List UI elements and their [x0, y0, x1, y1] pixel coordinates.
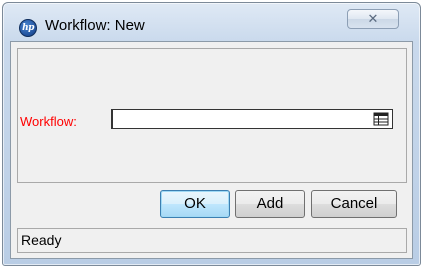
add-button[interactable]: Add: [235, 190, 305, 218]
close-button[interactable]: ✕: [347, 9, 399, 29]
close-icon: ✕: [367, 11, 379, 26]
list-lookup-icon[interactable]: [373, 111, 389, 127]
hp-logo-icon: hp: [19, 19, 37, 37]
status-bar: Ready: [17, 228, 407, 253]
dialog-body: Workflow: OK Add Cancel Ready: [10, 41, 413, 259]
dialog-window: hp Workflow: New ✕ Workflow: OK Add Canc…: [2, 2, 421, 266]
cancel-button[interactable]: Cancel: [311, 190, 397, 218]
form-panel: Workflow:: [17, 48, 407, 183]
window-title: Workflow: New: [45, 17, 145, 34]
workflow-input[interactable]: [111, 109, 393, 129]
title-bar[interactable]: hp Workflow: New ✕: [3, 3, 420, 41]
status-text: Ready: [21, 232, 62, 248]
ok-button[interactable]: OK: [160, 190, 230, 218]
workflow-label: Workflow:: [20, 114, 77, 129]
